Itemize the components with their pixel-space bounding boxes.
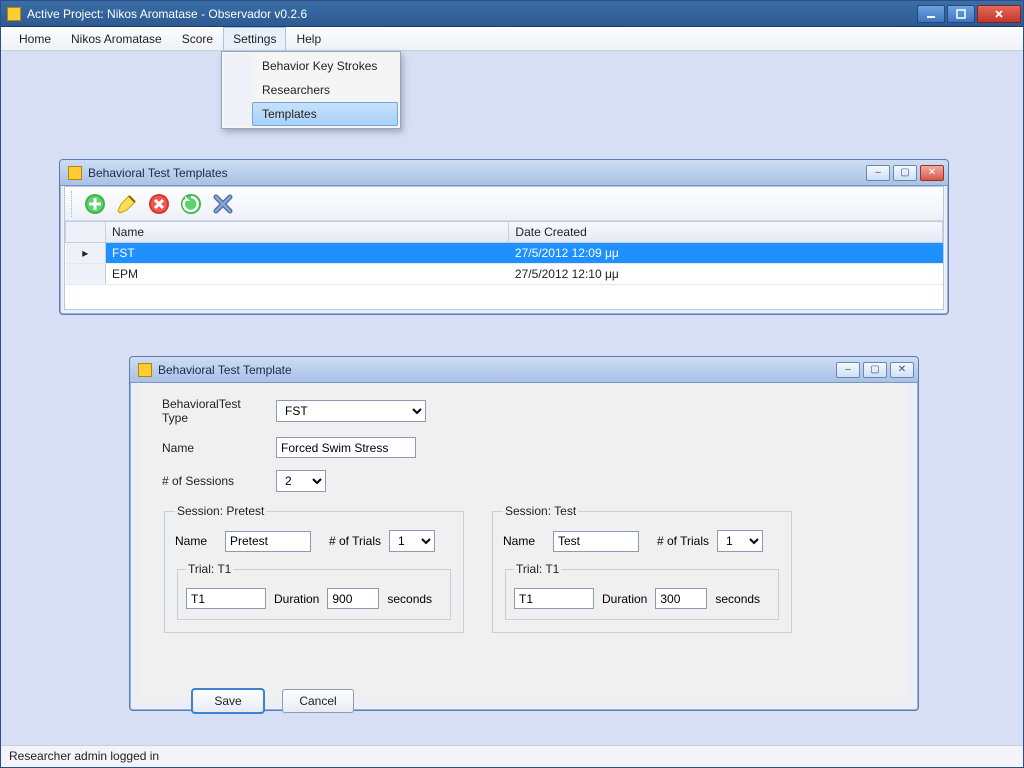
trials-select[interactable]: 1 [717, 530, 763, 552]
app-icon [7, 7, 21, 21]
label-name: Name [162, 441, 262, 455]
trials-select[interactable]: 1 [389, 530, 435, 552]
add-button[interactable] [81, 190, 109, 218]
menu-item-templates[interactable]: Templates [252, 102, 398, 126]
templates-title: Behavioral Test Templates [88, 166, 228, 180]
templates-toolbar [65, 187, 943, 221]
minimize-button[interactable] [917, 5, 945, 23]
label-session-name: Name [503, 534, 545, 548]
label-duration: Duration [274, 592, 319, 606]
close-button[interactable] [977, 5, 1021, 23]
trial-legend: Trial: T1 [186, 562, 233, 576]
menu-home[interactable]: Home [9, 27, 61, 50]
duration-input[interactable] [327, 588, 379, 609]
cancel-icon[interactable] [209, 190, 237, 218]
trial-name-input [186, 588, 266, 609]
session-legend: Session: Pretest [175, 504, 266, 518]
form-icon [68, 166, 82, 180]
label-seconds: seconds [715, 592, 760, 606]
session-legend: Session: Test [503, 504, 578, 518]
grid-corner[interactable] [66, 222, 106, 243]
edit-button[interactable] [113, 190, 141, 218]
duration-input[interactable] [655, 588, 707, 609]
name-input[interactable] [276, 437, 416, 458]
menu-item-behavior-keystrokes[interactable]: Behavior Key Strokes [252, 54, 398, 78]
label-duration: Duration [602, 592, 647, 606]
cancel-button[interactable]: Cancel [282, 689, 354, 713]
menu-settings[interactable]: Settings [223, 27, 286, 50]
edit-titlebar[interactable]: Behavioral Test Template ‒ ▢ ✕ [130, 357, 918, 383]
app-title: Active Project: Nikos Aromatase - Observ… [27, 7, 307, 21]
edit-close-button[interactable]: ✕ [890, 362, 914, 378]
cell-name: FST [106, 243, 509, 264]
table-row[interactable]: ▸ FST 27/5/2012 12:09 μμ [66, 243, 943, 264]
status-text: Researcher admin logged in [9, 749, 159, 763]
session-test: Session: Test Name # of Trials 1 Trial: … [492, 504, 792, 633]
label-type: BehavioralTest Type [162, 397, 262, 425]
edit-title: Behavioral Test Template [158, 363, 292, 377]
templates-close-button[interactable]: ✕ [920, 165, 944, 181]
trial-group: Trial: T1 Duration seconds [177, 562, 451, 620]
table-row[interactable]: EPM 27/5/2012 12:10 μμ [66, 264, 943, 285]
session-pretest: Session: Pretest Name # of Trials 1 Tria… [164, 504, 464, 633]
label-seconds: seconds [387, 592, 432, 606]
cell-name: EPM [106, 264, 509, 285]
refresh-button[interactable] [177, 190, 205, 218]
menu-project[interactable]: Nikos Aromatase [61, 27, 172, 50]
trial-legend: Trial: T1 [514, 562, 561, 576]
session-name-input[interactable] [225, 531, 311, 552]
form-icon [138, 363, 152, 377]
menu-help[interactable]: Help [286, 27, 331, 50]
menu-bar: Home Nikos Aromatase Score Settings Help [1, 27, 1023, 51]
col-name[interactable]: Name [106, 222, 509, 243]
row-indicator-icon: ▸ [66, 243, 106, 264]
templates-grid[interactable]: Name Date Created ▸ FST 27/5/2012 12:09 … [65, 221, 943, 285]
settings-dropdown: Behavior Key Strokes Researchers Templat… [221, 51, 401, 129]
templates-minimize-button[interactable]: ‒ [866, 165, 890, 181]
templates-window[interactable]: Behavioral Test Templates ‒ ▢ ✕ [59, 159, 949, 315]
label-sessions: # of Sessions [162, 474, 262, 488]
save-button[interactable]: Save [192, 689, 264, 713]
cell-date: 27/5/2012 12:09 μμ [509, 243, 943, 264]
edit-maximize-button[interactable]: ▢ [863, 362, 887, 378]
edit-template-window[interactable]: Behavioral Test Template ‒ ▢ ✕ Behaviora… [129, 356, 919, 711]
menu-item-researchers[interactable]: Researchers [252, 78, 398, 102]
client-area: Behavioral Test Templates ‒ ▢ ✕ [1, 51, 1023, 745]
status-bar: Researcher admin logged in [1, 745, 1023, 767]
edit-minimize-button[interactable]: ‒ [836, 362, 860, 378]
trial-name-input [514, 588, 594, 609]
type-select[interactable]: FST [276, 400, 426, 422]
label-trials: # of Trials [329, 534, 381, 548]
cell-date: 27/5/2012 12:10 μμ [509, 264, 943, 285]
menu-score[interactable]: Score [172, 27, 223, 50]
delete-button[interactable] [145, 190, 173, 218]
app-window: Active Project: Nikos Aromatase - Observ… [0, 0, 1024, 768]
trial-group: Trial: T1 Duration seconds [505, 562, 779, 620]
col-date[interactable]: Date Created [509, 222, 943, 243]
app-titlebar[interactable]: Active Project: Nikos Aromatase - Observ… [1, 1, 1023, 27]
sessions-select[interactable]: 2 [276, 470, 326, 492]
templates-titlebar[interactable]: Behavioral Test Templates ‒ ▢ ✕ [60, 160, 948, 186]
maximize-button[interactable] [947, 5, 975, 23]
templates-maximize-button[interactable]: ▢ [893, 165, 917, 181]
session-name-input[interactable] [553, 531, 639, 552]
row-header [66, 264, 106, 285]
toolbar-grip[interactable] [71, 191, 75, 217]
label-trials: # of Trials [657, 534, 709, 548]
label-session-name: Name [175, 534, 217, 548]
